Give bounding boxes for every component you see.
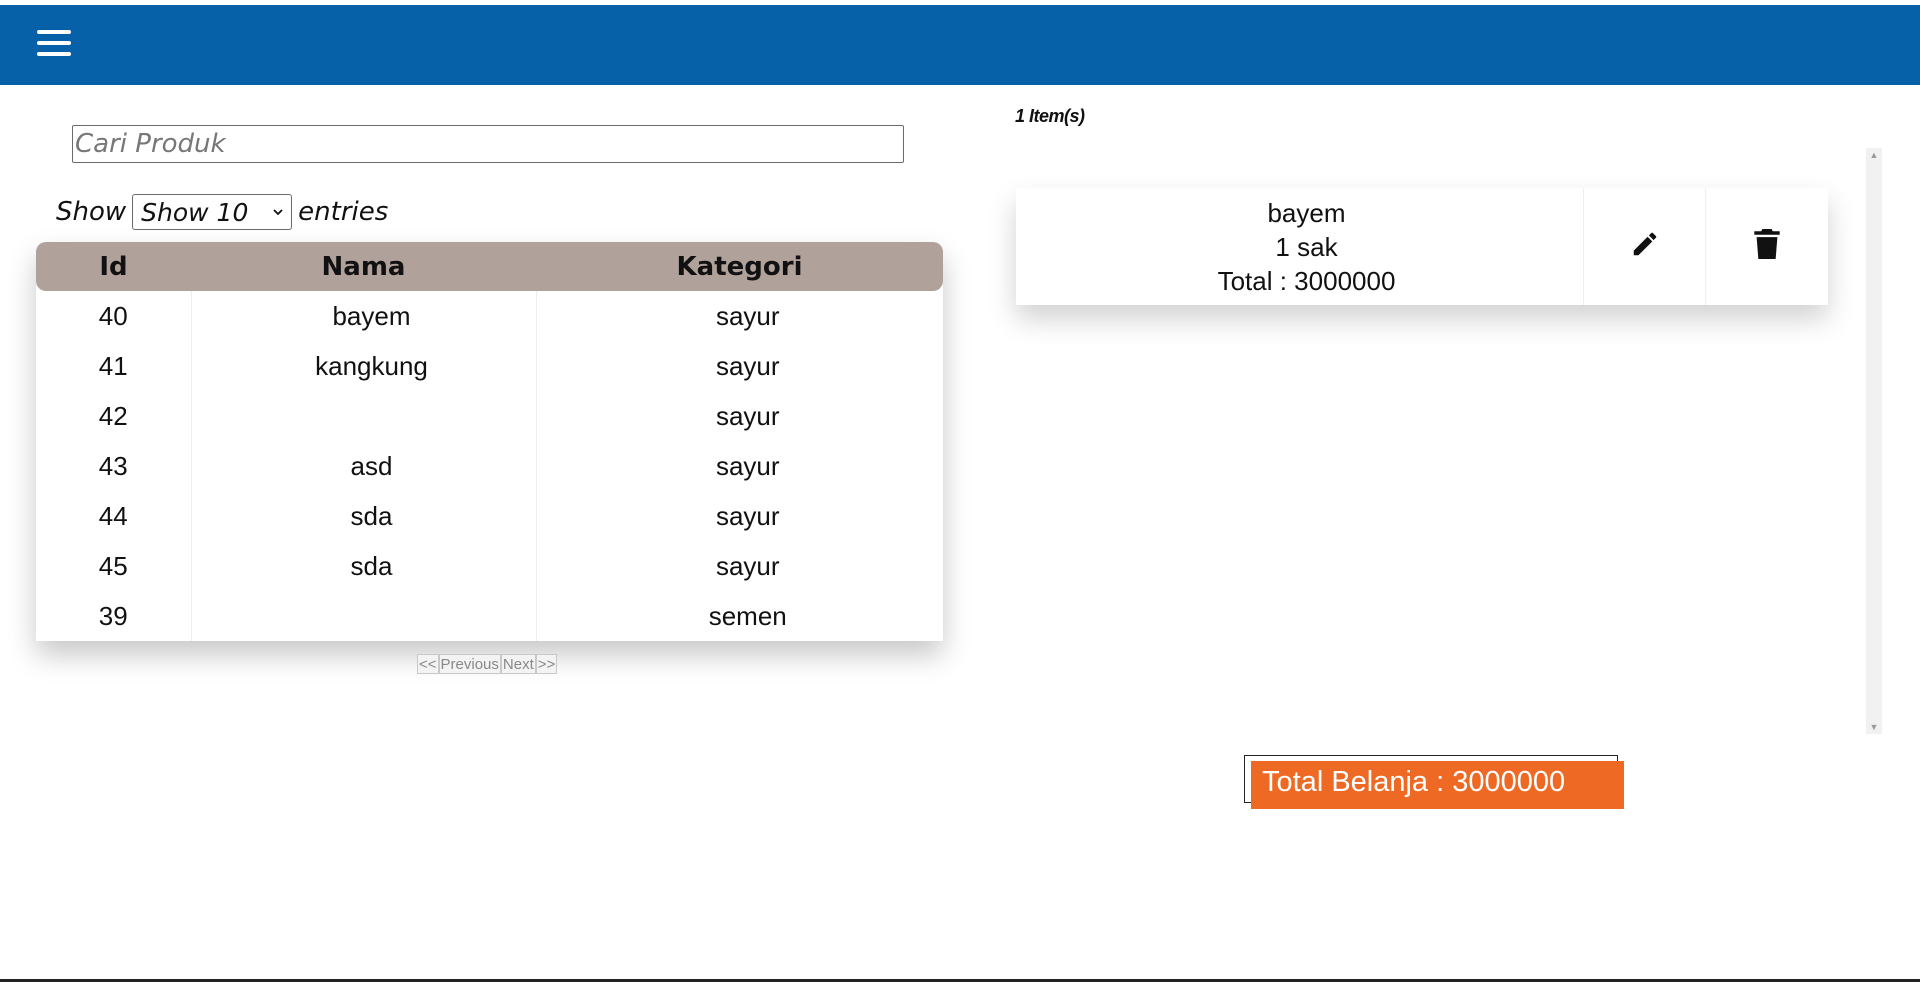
cell-nama: sda [191, 491, 537, 541]
pencil-icon [1630, 229, 1660, 264]
product-table: Id Nama Kategori 40 bayem sayur 41 kangk… [36, 242, 943, 641]
cell-kategori-text: sayur [715, 400, 780, 431]
cart-item-total: Total : 3000000 [1217, 265, 1396, 296]
cart-item-info: bayem 1 sak Total : 3000000 [1016, 188, 1584, 305]
cell-id: 44 [36, 491, 192, 541]
cell-nama [191, 391, 537, 441]
pagination: << Previous Next >> [417, 654, 558, 674]
last-page-button[interactable]: >> [535, 654, 558, 674]
column-header-id[interactable]: Id [36, 242, 191, 291]
cell-kategori: sayur [536, 391, 943, 441]
entries-control: Show Show 10 entries [56, 193, 388, 231]
top-navbar [0, 5, 1920, 85]
cell-nama-text: sda [350, 500, 393, 531]
cell-kategori: semen [536, 591, 943, 641]
entries-select-value: Show 10 [141, 197, 249, 227]
cart-item: bayem 1 sak Total : 3000000 [1016, 188, 1828, 305]
cart-item-qty: 1 sak [1275, 231, 1338, 262]
cart-scrollbar[interactable]: ▲ ▼ [1866, 148, 1882, 734]
cart-item-name: bayem [1267, 197, 1346, 228]
entries-label: entries [298, 197, 389, 227]
table-header-row: Id Nama Kategori [36, 242, 943, 291]
previous-page-button[interactable]: Previous [438, 654, 501, 674]
scroll-up-arrow-icon[interactable]: ▲ [1866, 148, 1882, 162]
trash-icon [1754, 229, 1780, 264]
scroll-down-arrow-icon[interactable]: ▼ [1866, 720, 1882, 734]
cell-id: 41 [36, 341, 192, 391]
cell-nama [191, 591, 537, 641]
cell-id: 40 [36, 291, 192, 341]
first-page-button[interactable]: << [417, 654, 439, 674]
grand-total: Total Belanja : 3000000 [1244, 755, 1624, 809]
cell-nama-text: sda [350, 550, 393, 581]
cell-id: 39 [36, 591, 192, 641]
cell-kategori-text: sayur [715, 450, 780, 481]
edit-item-button[interactable] [1584, 188, 1706, 305]
column-header-kategori[interactable]: Kategori [536, 242, 943, 291]
cell-kategori-text: sayur [715, 550, 780, 581]
cell-nama: bayem [191, 291, 537, 341]
cell-nama-text: asd [350, 450, 393, 481]
search-input[interactable] [72, 125, 904, 163]
table-row[interactable]: 43 asd sayur [36, 441, 943, 491]
next-page-button[interactable]: Next [500, 654, 536, 674]
cell-nama-text: kangkung [315, 350, 428, 381]
cell-nama: sda [191, 541, 537, 591]
column-header-nama[interactable]: Nama [191, 242, 536, 291]
cell-id: 45 [36, 541, 192, 591]
cell-kategori-text: sayur [715, 350, 780, 381]
cell-kategori-text: sayur [715, 500, 780, 531]
grand-total-label: Total Belanja : 3000000 [1251, 761, 1624, 809]
table-row[interactable]: 44 sda sayur [36, 491, 943, 541]
cell-nama-text: bayem [332, 300, 411, 331]
cell-id: 43 [36, 441, 192, 491]
show-label: Show [56, 197, 127, 227]
table-row[interactable]: 41 kangkung sayur [36, 341, 943, 391]
cell-kategori: sayur [536, 491, 943, 541]
cell-kategori: sayur [536, 541, 943, 591]
delete-item-button[interactable] [1706, 188, 1828, 305]
cell-kategori-text: sayur [715, 300, 780, 331]
cell-kategori-text: semen [708, 600, 787, 631]
table-row[interactable]: 42 sayur [36, 391, 943, 441]
chevron-down-icon [273, 204, 283, 220]
cell-id: 42 [36, 391, 192, 441]
cart-item-count: 1 Item(s) [1015, 106, 1085, 126]
table-row[interactable]: 39 semen [36, 591, 943, 641]
cell-nama: asd [191, 441, 537, 491]
cell-nama: kangkung [191, 341, 537, 391]
cell-kategori: sayur [536, 441, 943, 491]
table-row[interactable]: 40 bayem sayur [36, 291, 943, 341]
hamburger-icon[interactable] [37, 27, 71, 59]
entries-select[interactable]: Show 10 [132, 194, 293, 230]
cell-kategori: sayur [536, 291, 943, 341]
cell-kategori: sayur [536, 341, 943, 391]
table-row[interactable]: 45 sda sayur [36, 541, 943, 591]
